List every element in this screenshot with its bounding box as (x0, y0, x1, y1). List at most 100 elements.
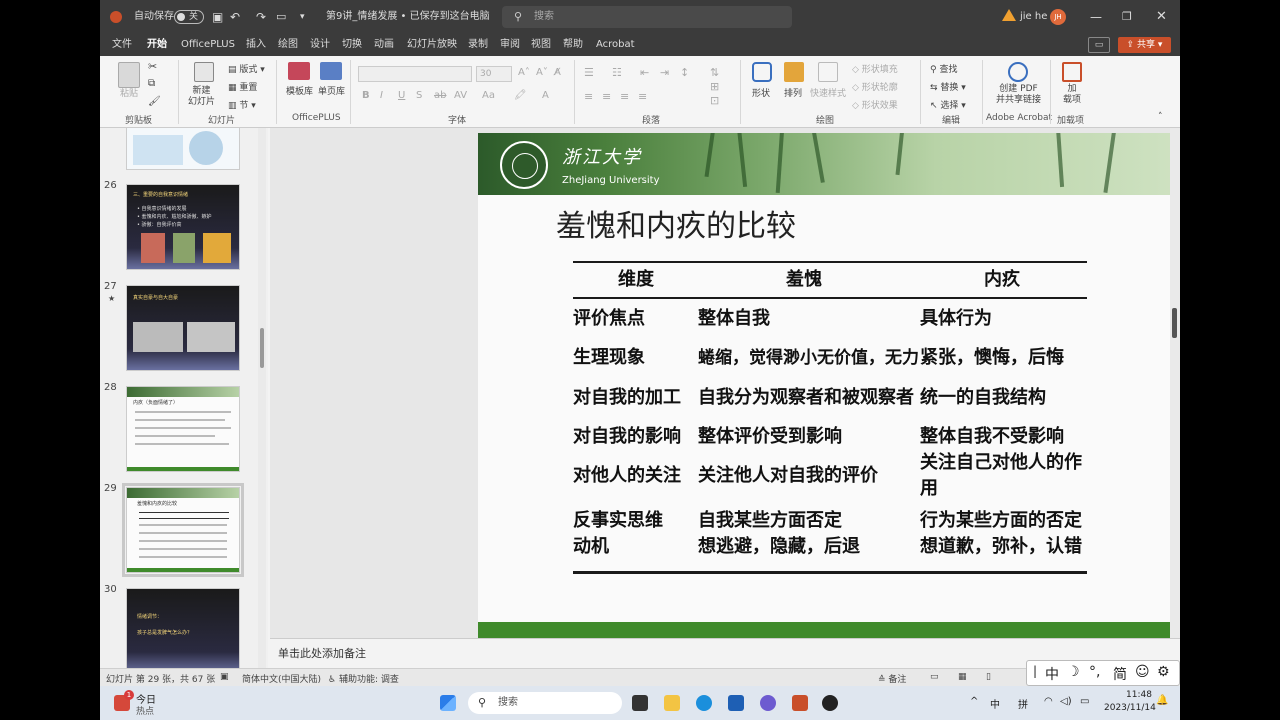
taskbar-search[interactable]: ⚲ 搜索 (468, 692, 622, 714)
align-text-icon[interactable]: ⊞ (710, 80, 719, 93)
arrange-label[interactable]: 排列 (784, 86, 802, 99)
comment-icon[interactable]: ▭ (1088, 37, 1110, 53)
clear-format-icon[interactable]: A̸ (554, 67, 561, 78)
file-explorer-icon[interactable] (664, 695, 680, 711)
line-spacing-icon[interactable]: ↕ (680, 66, 689, 79)
align-left-icon[interactable]: ≡ (584, 90, 593, 103)
reading-view-icon[interactable]: ▯ (986, 672, 991, 682)
media-player-icon[interactable] (822, 695, 838, 711)
document-title[interactable]: 第9讲_情绪发展 • 已保存到这台电脑 (326, 0, 490, 34)
numbering-icon[interactable]: ☷ (612, 66, 622, 79)
clock-date[interactable]: 2023/11/14 (1104, 703, 1156, 713)
tab-officeplus[interactable]: OfficePLUS (181, 34, 235, 56)
shape-fill-button[interactable]: ◇ 形状填充 (852, 62, 898, 75)
avatar[interactable]: JH (1050, 9, 1066, 25)
justify-icon[interactable]: ≡ (638, 90, 647, 103)
tab-help[interactable]: 帮助 (563, 34, 583, 56)
tray-language[interactable]: 中 (990, 696, 1000, 711)
shape-outline-button[interactable]: ◇ 形状轮廓 (852, 80, 898, 93)
battery-icon[interactable]: ▭ (1080, 696, 1089, 707)
collapse-ribbon-icon[interactable]: ˄ (1158, 112, 1163, 122)
single-page-library-icon[interactable] (320, 62, 342, 80)
shadow-icon[interactable]: S (416, 90, 422, 101)
reset-button[interactable]: ▦ 重置 (228, 80, 257, 93)
notes-toggle-button[interactable]: ≙ 备注 (878, 672, 906, 685)
wifi-icon[interactable]: ◠ (1044, 696, 1053, 707)
layout-button[interactable]: ▤ 版式 ▾ (228, 62, 265, 75)
font-color-icon[interactable]: A (542, 90, 549, 101)
volume-icon[interactable]: ◁) (1060, 696, 1072, 707)
indent-increase-icon[interactable]: ⇥ (660, 66, 669, 79)
tab-view[interactable]: 视图 (531, 34, 551, 56)
strikethrough-icon[interactable]: ab (434, 90, 446, 101)
ime-simplified[interactable]: 简 (1113, 664, 1127, 684)
ime-language[interactable]: 中 (1045, 664, 1059, 684)
slide-thumbnail[interactable]: 真实自豪与自大自豪 (126, 285, 240, 371)
increase-font-icon[interactable]: A˄ (518, 67, 530, 78)
indent-decrease-icon[interactable]: ⇤ (640, 66, 649, 79)
highlight-icon[interactable]: 🖍 (514, 90, 527, 101)
find-button[interactable]: ⚲ 查找 (930, 62, 957, 75)
underline-icon[interactable]: U (398, 90, 405, 101)
restore-icon[interactable]: ❐ (1122, 0, 1132, 34)
slide-thumbnail[interactable] (126, 128, 240, 170)
canvas-scrollbar[interactable] (1170, 128, 1180, 638)
search-box[interactable]: ⚲ 搜索 (502, 6, 792, 28)
slide-sorter-icon[interactable]: ▦ (958, 672, 967, 682)
tab-home[interactable]: 开始 (147, 34, 167, 58)
notes-placeholder[interactable]: 单击此处添加备注 (278, 645, 366, 661)
autosave-toggle[interactable]: 关 (174, 10, 204, 24)
slide-thumbnail-selected[interactable]: 羞愧和内疚的比较 (122, 483, 244, 577)
smartart-icon[interactable]: ⊡ (710, 94, 719, 107)
create-pdf-label[interactable]: 创建 PDF 并共享链接 (996, 84, 1041, 106)
save-icon[interactable]: ▣ (212, 0, 223, 34)
select-button[interactable]: ↖ 选择 ▾ (930, 98, 966, 111)
thumbnail-scrollbar[interactable] (258, 128, 266, 668)
ime-moon-icon[interactable]: ☽ (1067, 664, 1080, 680)
quick-styles-label[interactable]: 快速样式 (810, 86, 846, 99)
spellcheck-icon[interactable]: ▣ (220, 672, 229, 682)
notification-icon[interactable]: 🔔 (1156, 695, 1168, 706)
app-icon[interactable] (760, 695, 776, 711)
normal-view-icon[interactable]: ▭ (930, 672, 939, 682)
accessibility-status[interactable]: ♿ 辅助功能: 调查 (328, 672, 399, 685)
share-button[interactable]: ⇪ 共享 ▾ (1118, 37, 1171, 53)
addins-label[interactable]: 加 载项 (1063, 84, 1081, 106)
slide-thumbnail[interactable]: 内疚（负面情绪了） (126, 386, 240, 472)
show-hidden-icons[interactable]: ^ (970, 696, 978, 707)
tab-record[interactable]: 录制 (468, 34, 488, 56)
new-slide-icon[interactable] (194, 62, 214, 82)
widget-subtitle[interactable]: 热点 (136, 704, 154, 717)
decrease-font-icon[interactable]: A˅ (536, 67, 548, 78)
scrollbar-thumb[interactable] (260, 328, 264, 368)
tab-animations[interactable]: 动画 (374, 34, 394, 56)
replace-button[interactable]: ⇆ 替换 ▾ (930, 80, 966, 93)
tab-slideshow[interactable]: 幻灯片放映 (407, 34, 457, 56)
tab-transitions[interactable]: 切换 (342, 34, 362, 56)
slide-thumbnail[interactable]: 三、重要的自我意识情绪 • 自我意识情绪的发展 • 羞愧和内疚、尴尬和骄傲、嫉妒… (126, 184, 240, 270)
ime-emoji-icon[interactable]: ☺ (1135, 664, 1150, 680)
powerpoint-taskbar-icon[interactable] (792, 695, 808, 711)
redo-icon[interactable]: ↷ (256, 0, 266, 34)
template-library-label[interactable]: 模板库 (286, 84, 313, 97)
undo-icon[interactable]: ↶ (230, 0, 240, 34)
minimize-icon[interactable]: — (1090, 0, 1102, 34)
windows-start-icon[interactable] (440, 695, 456, 711)
align-right-icon[interactable]: ≡ (620, 90, 629, 103)
scrollbar-thumb[interactable] (1172, 308, 1177, 338)
arrange-icon[interactable] (784, 62, 804, 82)
paste-icon[interactable] (118, 62, 140, 88)
text-direction-icon[interactable]: ⇅ (710, 66, 719, 79)
close-icon[interactable]: ✕ (1156, 0, 1167, 34)
ime-grip-icon[interactable]: | (1033, 664, 1037, 678)
ime-punctuation-icon[interactable]: °, (1089, 664, 1100, 680)
tab-acrobat[interactable]: Acrobat (596, 34, 635, 56)
clock-time[interactable]: 11:48 (1126, 690, 1152, 700)
store-icon[interactable] (728, 695, 744, 711)
new-slide-label[interactable]: 新建 幻灯片 (188, 86, 215, 108)
create-pdf-icon[interactable] (1008, 62, 1028, 82)
shapes-icon[interactable] (752, 62, 772, 82)
shape-effects-button[interactable]: ◇ 形状效果 (852, 98, 898, 111)
bullets-icon[interactable]: ☰ (584, 66, 594, 79)
ime-settings-icon[interactable]: ⚙ (1157, 664, 1170, 680)
